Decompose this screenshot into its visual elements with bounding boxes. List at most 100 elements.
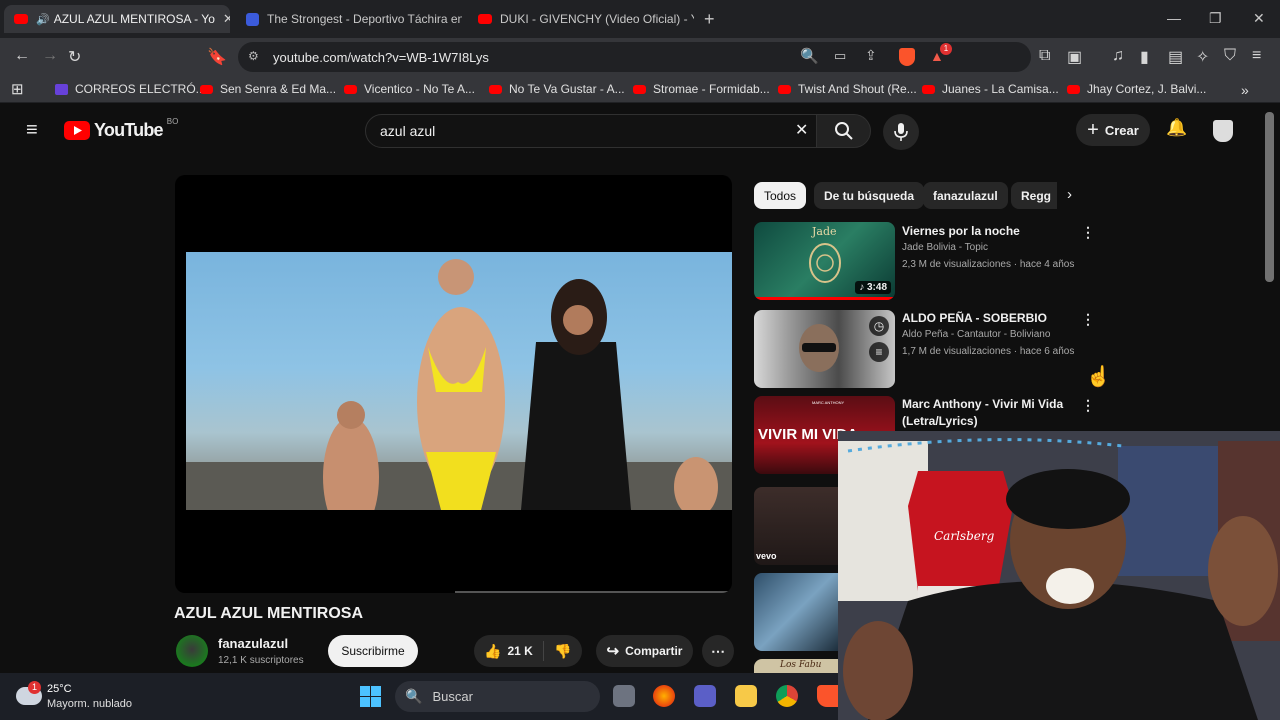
menu-icon[interactable]: ≡ [1252, 47, 1261, 65]
bookmark-item[interactable]: Juanes - La Camisa... [922, 82, 1059, 96]
page-scrollbar[interactable] [1265, 112, 1274, 282]
tab[interactable]: The Strongest - Deportivo Táchira en [236, 5, 462, 33]
subscribe-label: Suscribirme [341, 644, 405, 658]
tab-title: The Strongest - Deportivo Táchira en [267, 12, 462, 26]
screenshot-icon[interactable]: ▣ [1067, 47, 1082, 67]
start-tile [371, 686, 381, 696]
bookmark-item[interactable]: Jhay Cortez, J. Balvi... [1067, 82, 1206, 96]
clear-search-icon[interactable]: ✕ [795, 120, 808, 140]
suggestion-channel[interactable]: Jade Bolivia - Topic [902, 242, 988, 253]
suggestion-thumbnail[interactable]: ◷ ≡ [754, 310, 895, 388]
search-icon: 🔍 [405, 688, 423, 704]
suggestion-title[interactable]: ALDO PEÑA - SOBERBIO [902, 310, 1072, 327]
site-info-icon[interactable]: ⚙ [248, 49, 259, 63]
apps-icon[interactable]: ⊞ [11, 80, 24, 98]
chrome-icon[interactable] [776, 685, 798, 707]
youtube-logo[interactable]: YouTube BO [64, 117, 178, 141]
bookmark-item[interactable]: Twist And Shout (Re... [778, 82, 917, 96]
more-actions-icon[interactable]: ⋮ [1081, 224, 1095, 241]
maximize-icon[interactable]: ❐ [1209, 10, 1222, 27]
mail-icon [55, 83, 68, 95]
teams-icon[interactable] [694, 685, 716, 707]
suggestion-title[interactable]: Marc Anthony - Vivir Mi Vida (Letra/Lyri… [902, 396, 1072, 430]
avatar[interactable] [1213, 120, 1233, 142]
taskbar-search-label: Buscar [432, 689, 473, 704]
bookmark-item[interactable]: CORREOS ELECTRÓ... [55, 82, 206, 96]
file-explorer-icon[interactable] [735, 685, 757, 707]
tab[interactable]: DUKI - GIVENCHY (Video Oficial) - Yo [468, 5, 694, 33]
share-button[interactable]: ↪ Compartir [596, 635, 693, 667]
media-icon[interactable]: ♫ [1112, 47, 1124, 65]
brave-shield-icon[interactable] [899, 48, 915, 66]
close-window-icon[interactable]: ✕ [1253, 10, 1265, 27]
sidebar-icon[interactable]: ▮ [1140, 47, 1149, 67]
more-bookmarks-icon[interactable]: » [1241, 82, 1249, 98]
suggestion-title[interactable]: Viernes por la noche [902, 223, 1072, 240]
chip-regg[interactable]: Regg [1011, 182, 1057, 209]
more-actions-button[interactable]: ⋯ [702, 635, 734, 667]
bookmark-item[interactable]: Stromae - Formidab... [633, 82, 770, 96]
chip-todos[interactable]: Todos [754, 182, 807, 209]
brave-icon[interactable] [817, 685, 838, 707]
extensions-icon[interactable]: ⧉ [1039, 47, 1050, 65]
bookmark-icon[interactable]: 🔖 [207, 47, 227, 67]
suggestion-channel[interactable]: Aldo Peña - Cantautor - Boliviano [902, 329, 1050, 340]
webcam-scene [838, 431, 1280, 720]
youtube-logo-text: YouTube [94, 120, 164, 140]
share-icon[interactable]: ⇪ [865, 47, 877, 64]
suggestion-thumbnail[interactable]: Los Fabu [754, 659, 838, 673]
search-input[interactable]: azul azul ✕ [365, 114, 817, 148]
more-actions-icon[interactable]: ⋮ [1081, 311, 1095, 328]
microphone-icon [894, 123, 908, 141]
youtube-icon [778, 84, 791, 94]
voice-search-button[interactable] [883, 114, 919, 150]
chips-next-icon[interactable]: › [1067, 186, 1072, 203]
notifications-icon[interactable]: 🔔 [1166, 118, 1187, 138]
weather-desc: Mayorm. nublado [47, 698, 132, 710]
video-player[interactable] [175, 175, 732, 593]
bookmark-item[interactable]: Vicentico - No Te A... [344, 82, 475, 96]
zoom-icon[interactable]: 🔍 [800, 47, 819, 65]
back-icon[interactable]: ← [14, 47, 30, 65]
minimize-icon[interactable]: — [1167, 10, 1181, 26]
suggestion-thumbnail[interactable] [754, 573, 838, 651]
bookmark-item[interactable]: Sen Senra & Ed Ma... [200, 82, 336, 96]
tab-active[interactable]: 🔊 AZUL AZUL MENTIROSA - Yo ✕ [4, 5, 230, 33]
chip-de-tu-busqueda[interactable]: De tu búsqueda [814, 182, 925, 209]
channel-name[interactable]: fanazulazul [218, 636, 288, 651]
task-view-icon[interactable] [613, 685, 635, 707]
like-button[interactable]: 👍 21 K [474, 641, 544, 661]
new-tab-icon[interactable]: + [704, 9, 715, 30]
weather-widget[interactable]: 1 25°C Mayorm. nublado [14, 679, 144, 715]
thumbs-down-icon[interactable]: 👎 [544, 643, 571, 660]
vpn-icon[interactable]: ⛉ [1224, 47, 1236, 65]
leo-ai-icon[interactable]: ✧ [1196, 47, 1209, 67]
suggestion-thumbnail[interactable]: vevo [754, 487, 838, 565]
firefox-icon[interactable] [653, 685, 675, 707]
search-button[interactable] [817, 114, 871, 148]
progress-bar-track[interactable] [455, 591, 732, 593]
wallet-icon[interactable]: ▤ [1168, 47, 1183, 67]
cast-icon[interactable]: ▭ [834, 48, 846, 64]
create-button[interactable]: + Crear [1076, 114, 1150, 146]
taskbar-search[interactable]: 🔍 Buscar [395, 681, 600, 712]
youtube-play-icon [64, 121, 90, 140]
forward-icon[interactable]: → [42, 47, 58, 65]
duration-badge: ♪ 3:48 [855, 281, 891, 294]
subscribe-button[interactable]: Suscribirme [328, 635, 418, 667]
video-title: AZUL AZUL MENTIROSA [174, 605, 364, 622]
browser-toolbar: ← → ↻ 🔖 ⚙ youtube.com/watch?v=WB-1W7I8Ly… [0, 38, 1280, 76]
add-to-queue-icon[interactable]: ≡ [869, 342, 889, 362]
channel-avatar[interactable] [176, 635, 208, 667]
bookmark-item[interactable]: No Te Va Gustar - A... [489, 82, 625, 96]
chip-fanazulazul[interactable]: fanazulazul [923, 182, 1008, 209]
video-frame [186, 252, 732, 510]
close-tab-icon[interactable]: ✕ [215, 11, 230, 27]
windows-start-icon[interactable] [360, 686, 381, 707]
reload-icon[interactable]: ↻ [68, 47, 81, 67]
suggestion-thumbnail[interactable]: Jade ♪ 3:48 [754, 222, 895, 300]
address-bar[interactable]: ⚙ youtube.com/watch?v=WB-1W7I8Lys 🔍 ▭ ⇪ … [238, 42, 1031, 72]
guide-menu-icon[interactable]: ≡ [26, 119, 38, 142]
more-actions-icon[interactable]: ⋮ [1081, 397, 1095, 414]
watch-later-icon[interactable]: ◷ [869, 316, 889, 336]
